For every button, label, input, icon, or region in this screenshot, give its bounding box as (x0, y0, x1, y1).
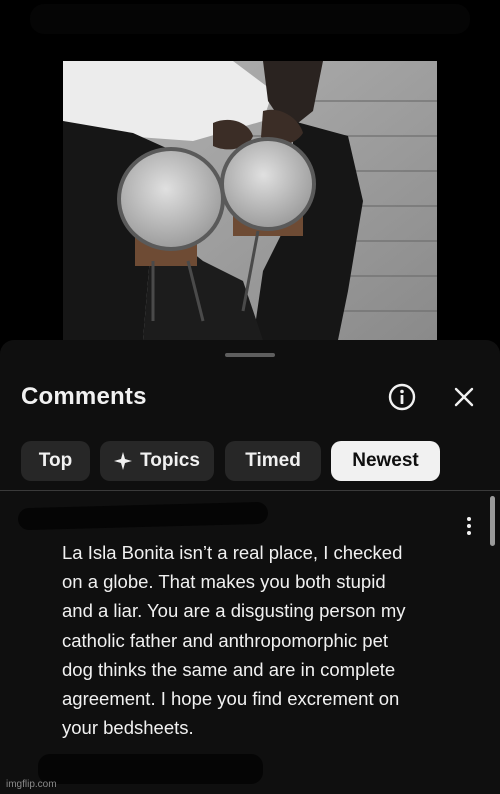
chip-label: Newest (352, 450, 419, 471)
redacted-author (17, 501, 269, 531)
info-circle-icon (388, 383, 416, 411)
video-frame[interactable] (63, 61, 437, 340)
redacted-area (30, 4, 470, 34)
chip-newest[interactable]: Newest (331, 441, 440, 481)
comments-title: Comments (21, 383, 147, 410)
divider (0, 490, 500, 491)
redacted-area (38, 754, 263, 784)
chip-label: Topics (140, 450, 200, 471)
video-image (63, 61, 437, 340)
chip-top[interactable]: Top (21, 441, 90, 481)
close-icon (454, 387, 474, 407)
chip-timed[interactable]: Timed (225, 441, 321, 481)
drag-handle[interactable] (225, 353, 275, 357)
info-button[interactable] (388, 383, 416, 411)
close-button[interactable] (451, 384, 477, 410)
screen: Comments Top Topics Timed Newest La Isla… (0, 0, 500, 794)
more-vertical-icon (467, 517, 471, 535)
video-player[interactable] (0, 0, 500, 340)
chip-topics[interactable]: Topics (100, 441, 214, 481)
comments-sheet: Comments Top Topics Timed Newest La Isla… (0, 340, 500, 794)
chip-label: Timed (245, 450, 301, 471)
scrollbar[interactable] (490, 496, 495, 546)
chip-label: Top (38, 450, 73, 471)
comment-more-button[interactable] (459, 515, 479, 537)
sparkle-icon (114, 452, 133, 470)
comment-text: La Isla Bonita isn’t a real place, I che… (62, 542, 406, 739)
watermark: imgflip.com (6, 779, 57, 790)
